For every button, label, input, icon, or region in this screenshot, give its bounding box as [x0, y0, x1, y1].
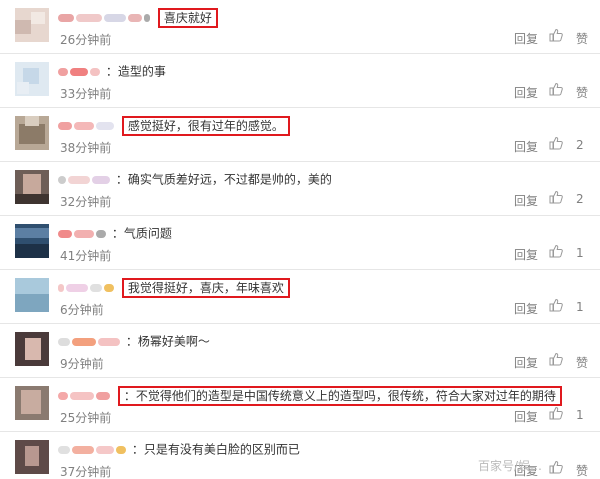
avatar[interactable] — [15, 8, 49, 42]
thumbs-up-icon[interactable] — [548, 297, 564, 313]
avatar[interactable] — [15, 440, 49, 474]
like-count[interactable]: 赞 — [576, 354, 590, 371]
comment-item: ：造型的事 33分钟前 回复 赞 — [0, 54, 600, 108]
like-count[interactable]: 赞 — [576, 462, 590, 479]
avatar[interactable] — [15, 224, 49, 258]
reply-button[interactable]: 回复 — [514, 30, 538, 47]
comment-item: 我觉得挺好，喜庆，年味喜欢 6分钟前 回复 1 — [0, 270, 600, 324]
thumbs-up-icon[interactable] — [548, 405, 564, 421]
thumbs-up-icon[interactable] — [548, 81, 564, 97]
reply-button[interactable]: 回复 — [514, 192, 538, 209]
comment-text: ：气质问题 — [111, 226, 172, 241]
comment-time: 32分钟前 — [60, 195, 112, 209]
avatar[interactable] — [15, 62, 49, 96]
comment-text: ：不觉得他们的造型是中国传统意义上的造型吗，很传统，符合大家对过年的期待 — [117, 385, 562, 406]
avatar[interactable] — [15, 386, 49, 420]
like-count[interactable]: 赞 — [576, 84, 590, 101]
watermark: 百家号/娱… — [478, 459, 543, 473]
like-count[interactable]: 1 — [576, 300, 590, 314]
thumbs-up-icon[interactable] — [548, 243, 564, 259]
comment-item: ：气质问题 41分钟前 回复 1 — [0, 216, 600, 270]
thumbs-up-icon[interactable] — [548, 27, 564, 43]
thumbs-up-icon[interactable] — [548, 189, 564, 205]
reply-button[interactable]: 回复 — [514, 246, 538, 263]
reply-button[interactable]: 回复 — [514, 84, 538, 101]
comment-item: ：杨幂好美啊～ 9分钟前 回复 赞 — [0, 324, 600, 378]
like-count[interactable]: 2 — [576, 192, 590, 206]
comment-line: 喜庆就好 — [58, 7, 218, 28]
comment-line: ：不觉得他们的造型是中国传统意义上的造型吗，很传统，符合大家对过年的期待 — [58, 385, 562, 406]
comment-text: ：杨幂好美啊～ — [125, 334, 210, 349]
comment-time: 37分钟前 — [60, 465, 112, 479]
reply-button[interactable]: 回复 — [514, 408, 538, 425]
comment-text: 喜庆就好 — [157, 7, 218, 28]
comment-line: 感觉挺好，很有过年的感觉。 — [58, 115, 290, 136]
comment-list: 喜庆就好 26分钟前 回复 赞 ：造型的事 33分钟前 回复 赞 感觉挺好，很有… — [0, 0, 600, 479]
thumbs-up-icon[interactable] — [548, 459, 564, 475]
comment-text: ：确实气质差好远，不过都是帅的，美的 — [115, 172, 332, 187]
comment-time: 25分钟前 — [60, 411, 112, 425]
comment-time: 33分钟前 — [60, 87, 112, 101]
comment-item: ：不觉得他们的造型是中国传统意义上的造型吗，很传统，符合大家对过年的期待 25分… — [0, 378, 600, 432]
comment-line: ：杨幂好美啊～ — [58, 331, 210, 351]
comment-text: ：只是有没有美白脸的区别而已 — [131, 442, 300, 457]
comment-time: 6分钟前 — [60, 303, 104, 317]
like-count[interactable]: 1 — [576, 408, 590, 422]
comment-line: ：确实气质差好远，不过都是帅的，美的 — [58, 169, 332, 189]
reply-button[interactable]: 回复 — [514, 300, 538, 317]
avatar[interactable] — [15, 332, 49, 366]
comment-item: ：确实气质差好远，不过都是帅的，美的 32分钟前 回复 2 — [0, 162, 600, 216]
comment-line: ：造型的事 — [58, 61, 166, 81]
comment-text: 感觉挺好，很有过年的感觉。 — [121, 115, 290, 136]
thumbs-up-icon[interactable] — [548, 135, 564, 151]
reply-button[interactable]: 回复 — [514, 354, 538, 371]
comment-time: 26分钟前 — [60, 33, 112, 47]
avatar[interactable] — [15, 278, 49, 312]
comment-item: 喜庆就好 26分钟前 回复 赞 — [0, 0, 600, 54]
avatar[interactable] — [15, 170, 49, 204]
comment-time: 38分钟前 — [60, 141, 112, 155]
avatar[interactable] — [15, 116, 49, 150]
like-count[interactable]: 赞 — [576, 30, 590, 47]
thumbs-up-icon[interactable] — [548, 351, 564, 367]
reply-button[interactable]: 回复 — [514, 138, 538, 155]
comment-line: ：气质问题 — [58, 223, 172, 243]
comment-item: 感觉挺好，很有过年的感觉。 38分钟前 回复 2 — [0, 108, 600, 162]
comment-time: 9分钟前 — [60, 357, 104, 371]
like-count[interactable]: 1 — [576, 246, 590, 260]
comment-time: 41分钟前 — [60, 249, 112, 263]
comment-text: 我觉得挺好，喜庆，年味喜欢 — [121, 277, 290, 298]
comment-line: ：只是有没有美白脸的区别而已 — [58, 439, 300, 459]
comment-line: 我觉得挺好，喜庆，年味喜欢 — [58, 277, 290, 298]
comment-text: ：造型的事 — [105, 64, 166, 79]
like-count[interactable]: 2 — [576, 138, 590, 152]
